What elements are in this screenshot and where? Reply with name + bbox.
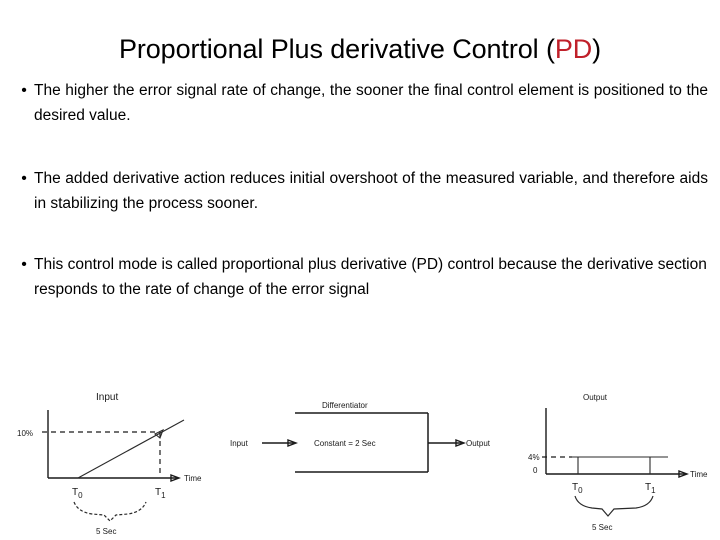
differentiator-box-text: Constant = 2 Sec xyxy=(314,439,376,448)
body-content: • The higher the error signal rate of ch… xyxy=(14,78,708,324)
output-chart-tick-t0: T0 xyxy=(572,482,583,495)
bullet-marker-icon: • xyxy=(21,256,27,273)
input-ramp-chart: Input 10% Time T0 T1 5 Sec xyxy=(17,392,202,536)
differentiator-input-label: Input xyxy=(230,439,249,448)
bullet-text: The higher the error signal rate of chan… xyxy=(34,82,708,124)
bullet-text: This control mode is called proportional… xyxy=(34,256,707,298)
differentiator-output-label: Output xyxy=(466,439,491,448)
input-chart-x-label: Time xyxy=(184,474,202,483)
output-chart-tick-t1: T1 xyxy=(645,482,656,495)
input-chart-brace-label: 5 Sec xyxy=(96,527,116,536)
page-title-accent: PD xyxy=(554,34,593,65)
page-title: Proportional Plus derivative Control (PD… xyxy=(0,32,720,66)
output-chart-y-zero: 0 xyxy=(533,466,538,475)
input-chart-tick-t1: T1 xyxy=(155,487,166,500)
output-chart-title: Output xyxy=(583,393,608,402)
output-chart-x-label: Time xyxy=(690,470,708,479)
figure-diagram: Input 10% Time T0 T1 5 Sec Differentiato… xyxy=(0,378,720,540)
output-step-chart: Output 4% 0 Time T0 T1 5 Sec xyxy=(528,393,708,532)
bullet-text: The added derivative action reduces init… xyxy=(34,170,708,212)
page-title-close: ) xyxy=(592,34,602,65)
list-item: • The higher the error signal rate of ch… xyxy=(14,78,708,128)
bullet-marker-icon: • xyxy=(21,170,27,187)
list-item: • The added derivative action reduces in… xyxy=(14,166,708,216)
differentiator-block: Differentiator Constant = 2 Sec Input Ou… xyxy=(230,401,491,473)
bullet-marker-icon: • xyxy=(21,82,27,99)
page-title-main: Proportional Plus derivative Control ( xyxy=(118,34,555,65)
input-chart-title: Input xyxy=(96,392,118,403)
output-chart-brace-label: 5 Sec xyxy=(592,523,612,532)
output-chart-y-label: 4% xyxy=(528,453,540,462)
slide-root: Proportional Plus derivative Control (PD… xyxy=(0,0,720,540)
input-chart-y-label: 10% xyxy=(17,429,33,438)
list-item: • This control mode is called proportion… xyxy=(14,252,708,302)
differentiator-title: Differentiator xyxy=(322,401,368,410)
input-chart-tick-t0: T0 xyxy=(72,487,83,500)
